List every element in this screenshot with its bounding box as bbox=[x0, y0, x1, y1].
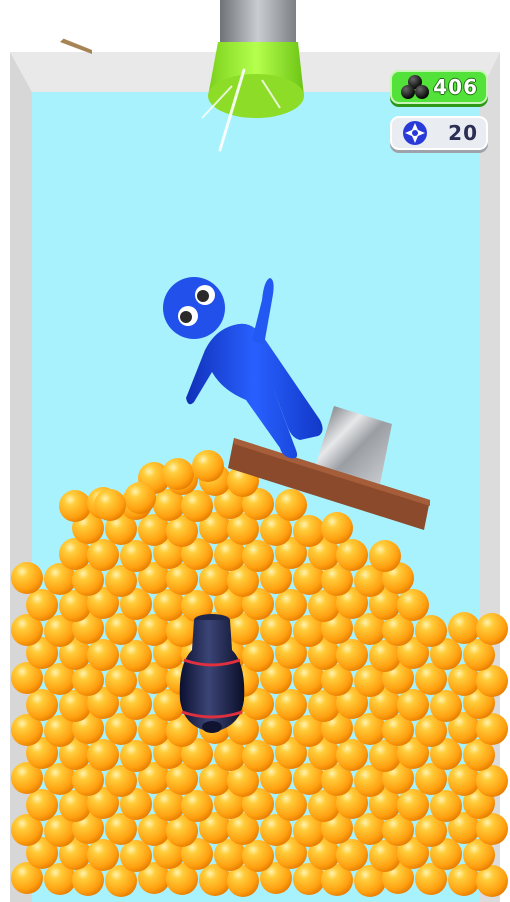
orange-ball bbox=[336, 639, 368, 671]
orange-ball bbox=[369, 540, 401, 572]
orange-ball bbox=[275, 489, 307, 521]
orange-ball bbox=[94, 489, 126, 521]
orange-ball bbox=[321, 512, 353, 544]
bomb-icon bbox=[403, 121, 427, 145]
orange-ball bbox=[11, 562, 43, 594]
orange-ball bbox=[448, 612, 480, 644]
orange-ball bbox=[275, 589, 307, 621]
balls-icon bbox=[401, 75, 429, 99]
orange-ball bbox=[415, 615, 447, 647]
orange-ball bbox=[397, 589, 429, 621]
orange-ball bbox=[124, 482, 156, 514]
orange-ball bbox=[181, 790, 213, 822]
feed-pipe bbox=[220, 0, 296, 48]
orange-ball bbox=[293, 515, 325, 547]
orange-ball bbox=[430, 790, 462, 822]
orange-ball bbox=[476, 613, 508, 645]
orange-ball bbox=[242, 840, 274, 872]
orange-ball bbox=[87, 739, 119, 771]
orange-ball bbox=[242, 740, 274, 772]
orange-ball bbox=[26, 589, 58, 621]
orange-ball bbox=[242, 640, 274, 672]
orange-ball bbox=[397, 789, 429, 821]
bomb-count: 20 bbox=[448, 121, 478, 145]
orange-ball bbox=[162, 458, 194, 490]
orange-ball bbox=[26, 689, 58, 721]
ball-count: 406 bbox=[433, 75, 478, 99]
orange-ball bbox=[120, 840, 152, 872]
orange-ball bbox=[336, 839, 368, 871]
orange-ball bbox=[59, 490, 91, 522]
orange-ball bbox=[430, 690, 462, 722]
orange-ball bbox=[87, 639, 119, 671]
orange-ball bbox=[336, 539, 368, 571]
orange-ball bbox=[242, 540, 274, 572]
back-button[interactable] bbox=[52, 8, 102, 58]
orange-ball bbox=[275, 789, 307, 821]
orange-ball bbox=[120, 740, 152, 772]
orange-ball bbox=[275, 689, 307, 721]
orange-ball bbox=[397, 689, 429, 721]
orange-ball bbox=[181, 490, 213, 522]
ball-counter: 406 bbox=[390, 70, 488, 104]
orange-ball bbox=[120, 640, 152, 672]
orange-ball bbox=[192, 450, 224, 482]
bomb-counter: 20 bbox=[390, 116, 488, 150]
orange-ball bbox=[336, 739, 368, 771]
orange-ball bbox=[87, 539, 119, 571]
triangle-back-icon bbox=[60, 10, 92, 54]
orange-ball bbox=[26, 789, 58, 821]
orange-ball bbox=[87, 839, 119, 871]
orange-ball bbox=[120, 540, 152, 572]
